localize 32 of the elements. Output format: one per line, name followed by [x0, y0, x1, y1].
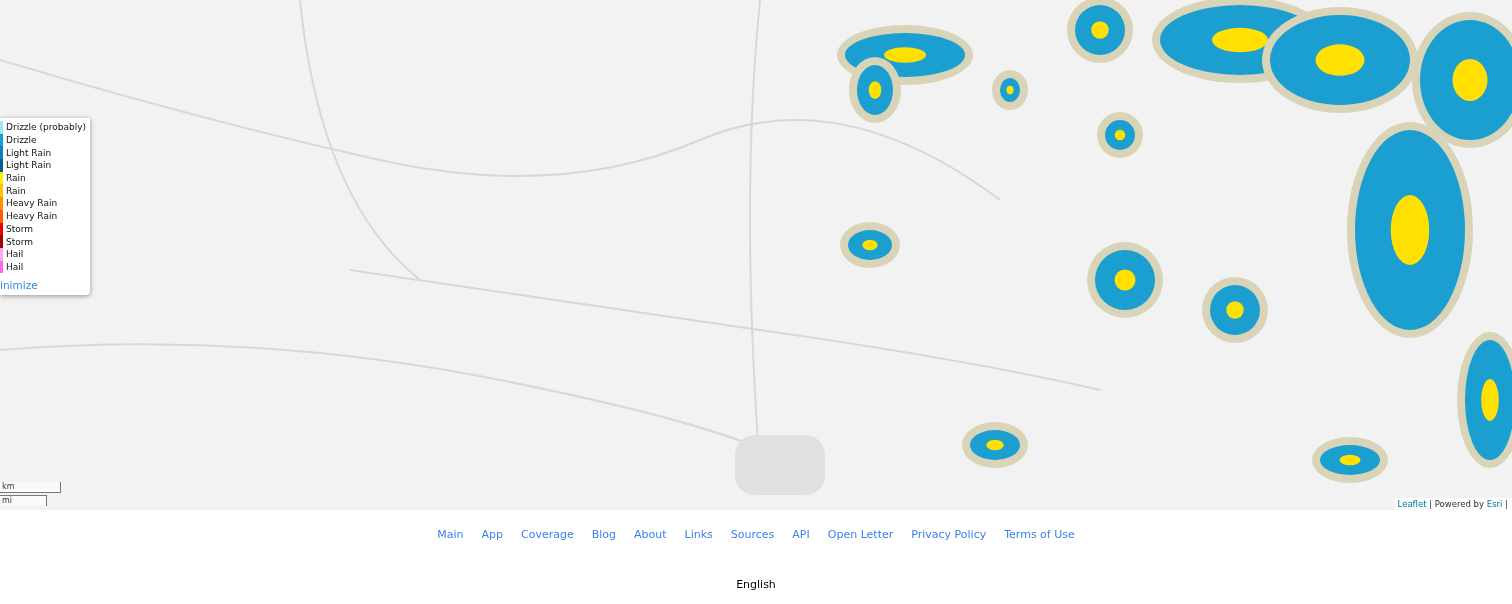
footer-link[interactable]: About — [634, 528, 667, 541]
footer-link[interactable]: Main — [437, 528, 464, 541]
attribution-text: | — [1504, 499, 1508, 509]
minimize-link[interactable]: inimize — [0, 279, 86, 292]
attribution-text: | Powered by — [1428, 499, 1486, 509]
legend-label: Hail — [6, 249, 24, 260]
map-area[interactable]: Drizzle (probably) Drizzle Light Rain Light Rain Rain Rain Heavy Rain Heavy Rain Storm Storm Hail Hail inimize km mi Leaflet | Powered by Esri | — [0, 0, 1512, 510]
legend-label: Rain — [6, 173, 26, 184]
language-label[interactable]: English — [736, 578, 776, 591]
legend-label: Rain — [6, 185, 26, 196]
legend-label: Hail — [6, 261, 24, 272]
attribution-link[interactable]: Esri — [1486, 499, 1503, 509]
attribution-link[interactable]: Leaflet — [1397, 499, 1427, 509]
legend-label: Drizzle — [6, 135, 37, 146]
legend-label: Heavy Rain — [6, 211, 58, 222]
legend-label: Light Rain — [6, 147, 52, 158]
legend-label: Storm — [6, 223, 34, 234]
footer-link[interactable]: Privacy Policy — [911, 528, 987, 541]
footer-link[interactable]: App — [481, 528, 503, 541]
legend-label: Heavy Rain — [6, 198, 58, 209]
scale-bar: km — [0, 482, 61, 493]
footer-link[interactable]: Links — [684, 528, 713, 541]
footer-link[interactable]: Coverage — [521, 528, 574, 541]
footer-link[interactable]: Blog — [591, 528, 617, 541]
footer-link[interactable]: Terms of Use — [1004, 528, 1075, 541]
scale-bar: mi — [0, 495, 47, 506]
footer-link[interactable]: Open Letter — [827, 528, 894, 541]
legend-label: Storm — [6, 236, 34, 247]
footer-link[interactable]: Sources — [730, 528, 775, 541]
footer-link[interactable]: API — [792, 528, 810, 541]
legend-label: Drizzle (probably) — [6, 122, 86, 133]
legend-label: Light Rain — [6, 160, 52, 171]
